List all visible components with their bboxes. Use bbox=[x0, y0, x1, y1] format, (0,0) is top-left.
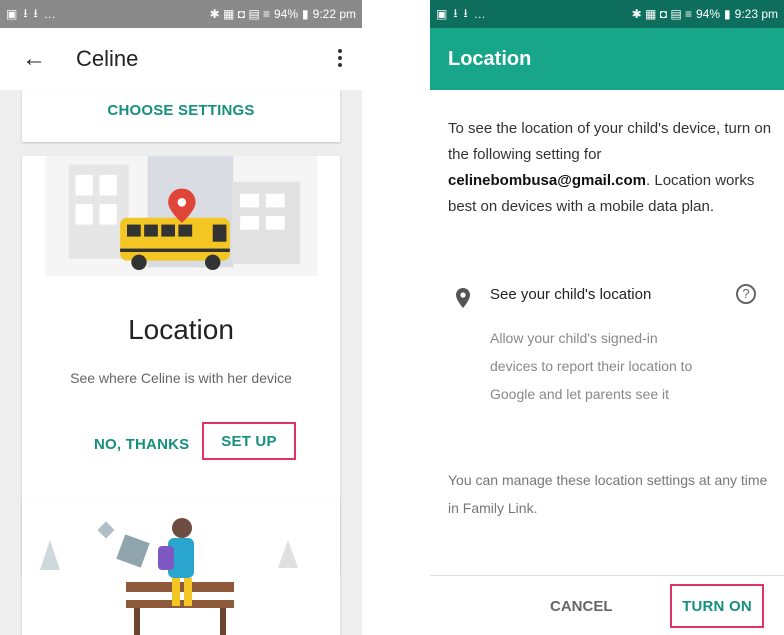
notification-icons: ▣ ⭳ ⭳ … bbox=[6, 4, 57, 25]
notification-icons: ▣ ⭳ ⭳ … bbox=[436, 4, 487, 25]
page-title: Celine bbox=[76, 46, 139, 71]
download-icon: ⭳ bbox=[453, 5, 459, 20]
setting-title: See your child's location bbox=[490, 286, 652, 303]
signal-icons: ✱ ▦ ◘ ▤ ≡ bbox=[631, 7, 692, 21]
battery-icon: ▮ bbox=[724, 7, 731, 21]
set-up-button[interactable]: SET UP bbox=[221, 433, 276, 450]
clock: 9:23 pm bbox=[734, 7, 778, 21]
battery-icon: ▮ bbox=[302, 7, 309, 21]
setting-description: Allow your child's signed-in devices to … bbox=[490, 330, 693, 402]
more-notifications-icon: … bbox=[43, 7, 57, 21]
download-icon: ⭳ bbox=[33, 5, 39, 20]
turn-on-highlight: TURN ON bbox=[670, 584, 764, 628]
dialog-actions: CANCEL TURN ON bbox=[430, 575, 784, 635]
settings-card: CHOOSE SETTINGS bbox=[22, 90, 340, 142]
back-arrow-icon[interactable]: ← bbox=[22, 45, 46, 73]
left-phone-screen: ▣ ⭳ ⭳ … ✱ ▦ ◘ ▤ ≡ 94% ▮ 9:22 pm ← Celine… bbox=[0, 0, 362, 635]
cancel-button[interactable]: CANCEL bbox=[550, 598, 613, 615]
battery-level: 94% bbox=[274, 7, 299, 21]
set-up-highlight: SET UP bbox=[202, 422, 296, 460]
location-pin-icon bbox=[456, 288, 470, 308]
school-bus-illustration bbox=[44, 156, 318, 276]
park-bench-illustration bbox=[22, 500, 340, 635]
more-notifications-icon: … bbox=[473, 7, 487, 21]
download-icon: ⭳ bbox=[23, 5, 29, 20]
location-subtitle: See where Celine is with her device bbox=[70, 370, 292, 386]
more-vert-icon[interactable] bbox=[338, 46, 344, 70]
no-thanks-button[interactable]: NO, THANKS bbox=[94, 436, 189, 453]
signal-icons: ✱ ▦ ◘ ▤ ≡ bbox=[209, 7, 270, 21]
card-feed[interactable]: CHOOSE SETTINGS Location See where Celin… bbox=[0, 90, 362, 635]
system-status: ✱ ▦ ◘ ▤ ≡ 94% ▮ 9:22 pm bbox=[210, 7, 356, 21]
battery-level: 94% bbox=[696, 7, 721, 21]
status-bar: ▣ ⭳ ⭳ … ✱ ▦ ◘ ▤ ≡ 94% ▮ 9:23 pm bbox=[430, 0, 784, 28]
dialog-header: Location bbox=[430, 28, 784, 90]
app-bar: ← Celine bbox=[0, 28, 362, 90]
intro-text: To see the location of your child's devi… bbox=[448, 120, 772, 163]
dialog-title: Location bbox=[448, 47, 532, 70]
system-status: ✱ ▦ ◘ ▤ ≡ 94% ▮ 9:23 pm bbox=[632, 7, 778, 21]
turn-on-button[interactable]: TURN ON bbox=[682, 598, 752, 615]
status-bar: ▣ ⭳ ⭳ … ✱ ▦ ◘ ▤ ≡ 94% ▮ 9:22 pm bbox=[0, 0, 362, 28]
location-title: Location bbox=[128, 314, 234, 345]
choose-settings-button[interactable]: CHOOSE SETTINGS bbox=[22, 102, 340, 119]
dialog-intro: To see the location of your child's devi… bbox=[448, 116, 772, 220]
next-card bbox=[22, 500, 340, 635]
manage-note: You can manage these location settings a… bbox=[448, 472, 768, 516]
right-phone-screen: ▣ ⭳ ⭳ … ✱ ▦ ◘ ▤ ≡ 94% ▮ 9:23 pm Location… bbox=[430, 0, 784, 635]
image-icon: ▣ bbox=[436, 7, 449, 21]
clock: 9:22 pm bbox=[312, 7, 356, 21]
download-icon: ⭳ bbox=[463, 5, 469, 20]
help-icon[interactable]: ? bbox=[736, 284, 756, 304]
account-email: celinebombusa@gmail.com bbox=[448, 172, 647, 189]
image-icon: ▣ bbox=[6, 7, 19, 21]
